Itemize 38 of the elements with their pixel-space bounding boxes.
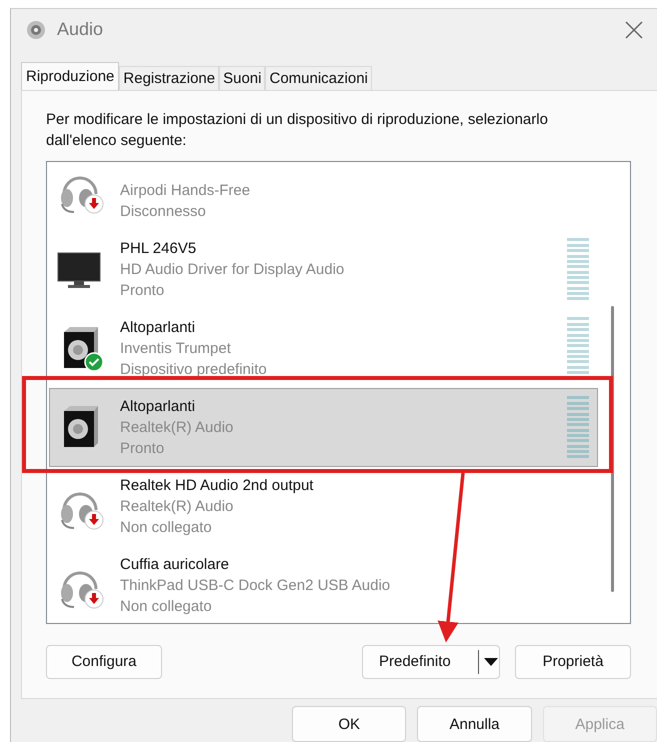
- tab[interactable]: Suoni: [219, 66, 266, 90]
- device-item[interactable]: Altoparlanti Inventis Trumpet Dispositivo predefinito: [49, 308, 598, 388]
- device-driver: HD Audio Driver for Display Audio: [120, 260, 346, 280]
- dialog-button[interactable]: Annulla: [417, 706, 532, 742]
- device-name: Altoparlanti: [120, 398, 196, 415]
- device-status: Non collegato: [120, 596, 213, 617]
- tab[interactable]: Riproduzione: [21, 62, 120, 90]
- device-driver: Inventis Trumpet: [120, 338, 232, 359]
- speaker-icon: [25, 18, 47, 41]
- device-name: PHL 246V5: [120, 240, 196, 257]
- tab[interactable]: Comunicazioni: [265, 66, 372, 90]
- scrollbar[interactable]: [611, 306, 614, 592]
- tab[interactable]: Registrazione: [119, 66, 220, 90]
- device-item[interactable]: Realtek HD Audio 2nd output Realtek(R) Audio Non collegato: [49, 466, 598, 546]
- instruction-text: Per modificare le impostazioni di un dispositivo di riproduzione, selezionarlo dall'elenco seguente:: [46, 110, 549, 151]
- device-name: Realtek HD Audio 2nd output: [120, 476, 314, 494]
- dialog-button[interactable]: OK: [292, 706, 406, 742]
- caret-icon[interactable]: [483, 656, 499, 667]
- device-driver: Airpodi Hands-Free: [120, 180, 252, 201]
- device-status: Pronto: [120, 280, 166, 301]
- device-item[interactable]: Cuffia auricolare ThinkPad USB-C Dock Gen2 USB Audio Non collegato: [49, 546, 598, 623]
- device-name: Cuffia auricolare: [120, 556, 229, 573]
- close-icon[interactable]: [625, 20, 643, 39]
- device-status: Non collegato: [120, 518, 213, 538]
- action-button[interactable]: Proprietà: [515, 644, 631, 679]
- device-status: Disconnesso: [120, 202, 207, 222]
- action-button[interactable]: Configura: [46, 644, 162, 679]
- device-item[interactable]: PHL 246V5 HD Audio Driver for Display Audio Pronto: [49, 230, 598, 309]
- device-status: Dispositivo predefinito: [120, 360, 268, 380]
- device-driver: Realtek(R) Audio: [120, 496, 234, 517]
- device-status: Pronto: [120, 438, 166, 459]
- window-title: Audio: [57, 19, 104, 40]
- device-item[interactable]: Altoparlanti Realtek(R) Audio Pronto: [49, 388, 598, 467]
- device-item[interactable]: Airpodi Hands-Free Disconnesso: [49, 162, 598, 230]
- device-driver: Realtek(R) Audio: [120, 418, 234, 438]
- default-button[interactable]: Predefinito: [362, 644, 500, 679]
- device-name: Altoparlanti: [120, 318, 196, 336]
- device-driver: ThinkPad USB-C Dock Gen2 USB Audio: [120, 576, 392, 596]
